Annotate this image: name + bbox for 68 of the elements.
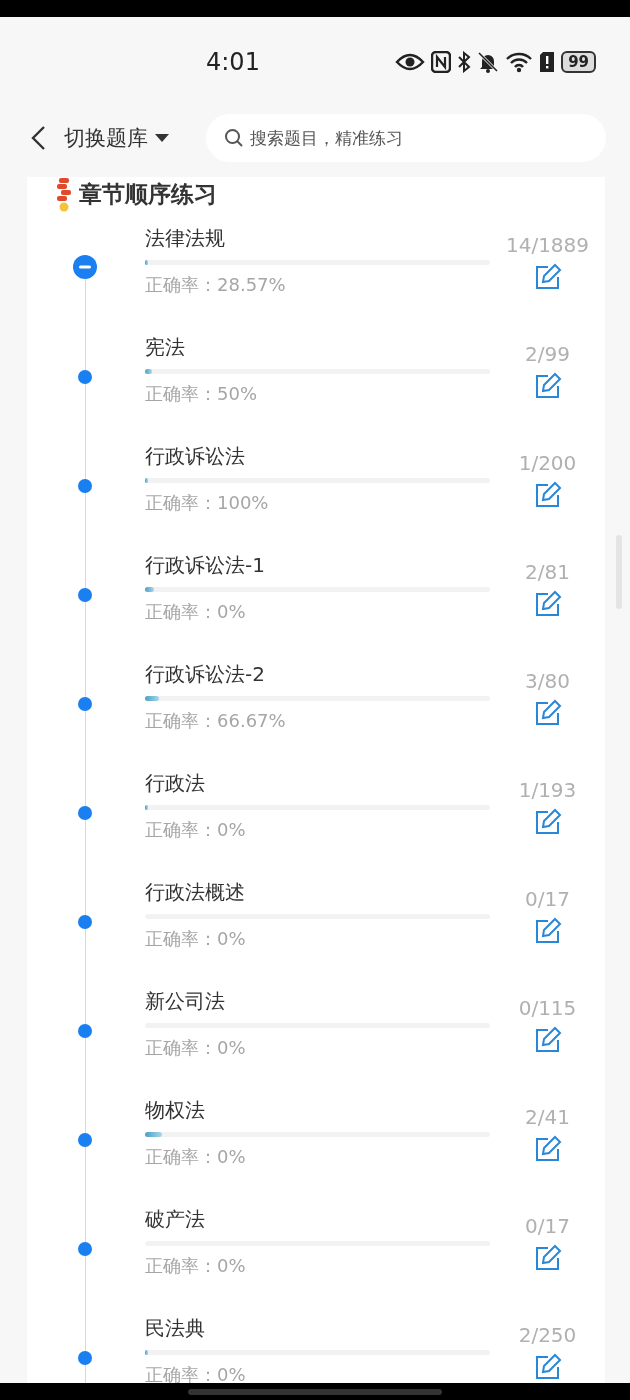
- chapter-name[interactable]: 行政法: [145, 770, 490, 798]
- edit-icon[interactable]: [533, 1353, 562, 1381]
- accuracy-text: 正确率：50%: [145, 382, 258, 406]
- eye-icon: [395, 52, 426, 72]
- chapter-row[interactable]: 行政诉讼法-1 正确率：0% 2/81: [27, 552, 605, 661]
- bank-switch-dropdown[interactable]: 切换题库: [64, 124, 170, 152]
- question-count: 0/17: [525, 1214, 570, 1238]
- chapter-name[interactable]: 破产法: [145, 1206, 490, 1234]
- accuracy-text: 正确率：0%: [145, 1363, 247, 1387]
- chapter-name[interactable]: 行政诉讼法-1: [145, 552, 490, 580]
- sim-alert-icon: [539, 51, 556, 73]
- wifi-icon: [505, 51, 534, 73]
- question-count: 2/250: [518, 1323, 577, 1347]
- chapter-name[interactable]: 行政诉讼法-2: [145, 661, 490, 689]
- question-count: 2/81: [525, 560, 570, 584]
- edit-icon[interactable]: [533, 1135, 562, 1163]
- chapter-row[interactable]: 行政法概述 正确率：0% 0/17: [27, 879, 605, 988]
- status-time: 4:01: [206, 48, 260, 76]
- question-count: 1/200: [518, 451, 577, 475]
- chapter-name[interactable]: 行政法概述: [145, 879, 490, 907]
- question-count: 2/99: [525, 342, 570, 366]
- chapter-row[interactable]: 宪法 正确率：50% 2/99: [27, 334, 605, 443]
- accuracy-text: 正确率：28.57%: [145, 273, 287, 297]
- edit-icon[interactable]: [533, 263, 562, 291]
- accuracy-text: 正确率：0%: [145, 927, 247, 951]
- chapter-row[interactable]: 行政诉讼法-2 正确率：66.67% 3/80: [27, 661, 605, 770]
- accuracy-text: 正确率：0%: [145, 818, 247, 842]
- edit-icon[interactable]: [533, 1026, 562, 1054]
- question-count: 2/41: [525, 1105, 570, 1129]
- edit-icon[interactable]: [533, 699, 562, 727]
- search-field[interactable]: 搜索题目，精准练习: [206, 114, 606, 162]
- chapter-row[interactable]: 民法典 正确率：0% 2/250: [27, 1315, 605, 1400]
- chapter-row[interactable]: 行政诉讼法 正确率：100% 1/200: [27, 443, 605, 552]
- nfc-icon: [431, 51, 452, 73]
- accuracy-text: 正确率：0%: [145, 1036, 247, 1060]
- accuracy-text: 正确率：66.67%: [145, 709, 287, 733]
- chapter-row[interactable]: 破产法 正确率：0% 0/17: [27, 1206, 605, 1315]
- chapter-name[interactable]: 法律法规: [145, 225, 490, 253]
- question-count: 3/80: [525, 669, 570, 693]
- chapter-row[interactable]: 法律法规 正确率：28.57% 14/1889: [27, 225, 605, 334]
- section-title: 章节顺序练习: [79, 179, 217, 209]
- chapter-name[interactable]: 民法典: [145, 1315, 490, 1343]
- battery-level: 99: [561, 51, 596, 73]
- caret-icon: [154, 133, 170, 143]
- muted-bell-icon: [477, 51, 500, 73]
- question-count: 14/1889: [505, 233, 590, 257]
- question-count: 0/115: [518, 996, 577, 1020]
- chapter-name[interactable]: 行政诉讼法: [145, 443, 490, 471]
- chapter-name[interactable]: 宪法: [145, 334, 490, 362]
- chapter-row[interactable]: 物权法 正确率：0% 2/41: [27, 1097, 605, 1206]
- chapter-name[interactable]: 新公司法: [145, 988, 490, 1016]
- edit-icon[interactable]: [533, 481, 562, 509]
- accuracy-text: 正确率：0%: [145, 1145, 247, 1169]
- chapter-name[interactable]: 物权法: [145, 1097, 490, 1125]
- edit-icon[interactable]: [533, 808, 562, 836]
- collapse-icon[interactable]: [73, 255, 97, 279]
- bluetooth-icon: [457, 51, 472, 73]
- question-count: 1/193: [518, 778, 577, 802]
- edit-icon[interactable]: [533, 1244, 562, 1272]
- edit-icon[interactable]: [533, 372, 562, 400]
- accuracy-text: 正确率：100%: [145, 491, 270, 515]
- chapter-row[interactable]: 行政法 正确率：0% 1/193: [27, 770, 605, 879]
- chapter-row[interactable]: 新公司法 正确率：0% 0/115: [27, 988, 605, 1097]
- edit-icon[interactable]: [533, 917, 562, 945]
- accuracy-text: 正确率：0%: [145, 1254, 247, 1278]
- question-count: 0/17: [525, 887, 570, 911]
- edit-icon[interactable]: [533, 590, 562, 618]
- accuracy-text: 正确率：0%: [145, 600, 247, 624]
